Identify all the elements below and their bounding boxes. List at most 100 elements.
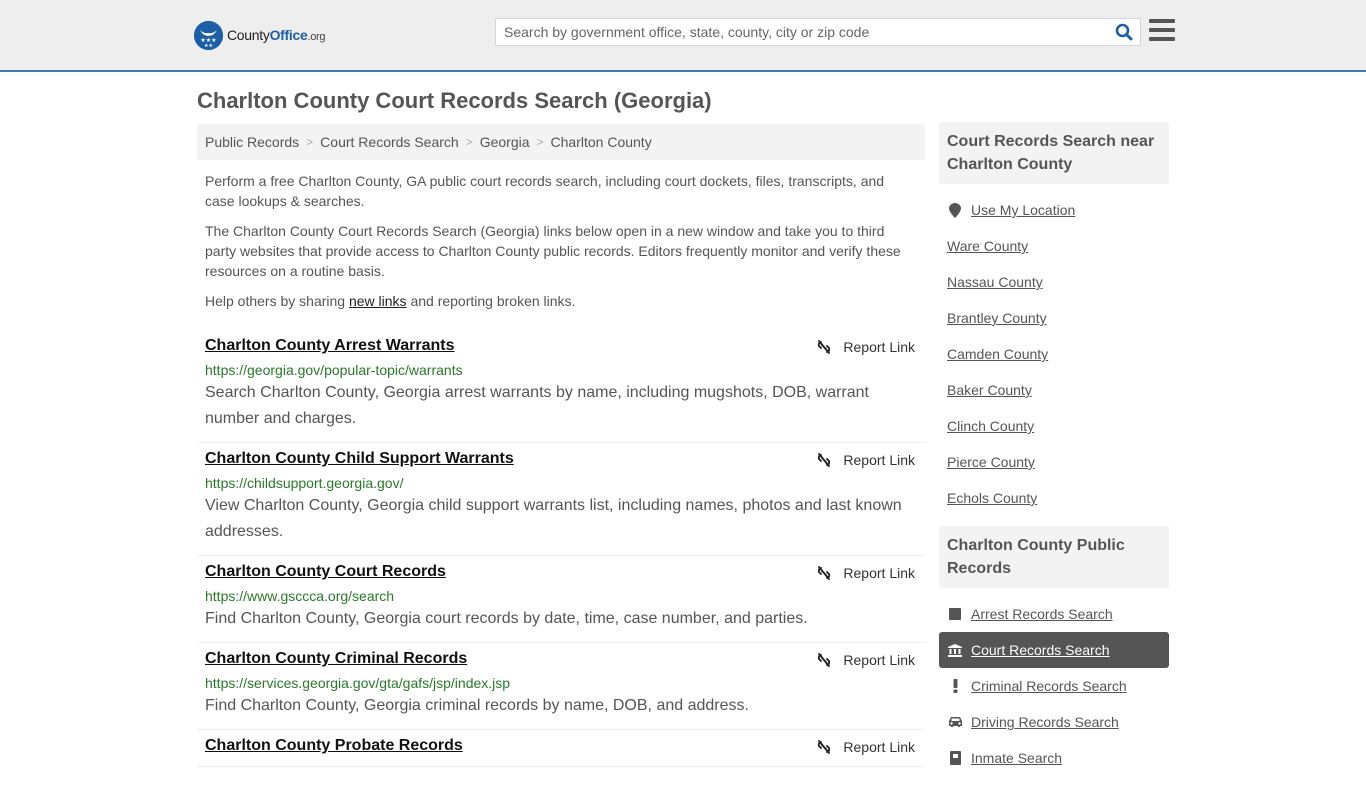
- record-url[interactable]: https://www.gsccca.org/search: [205, 586, 917, 606]
- sidebar-item-ware-county[interactable]: Ware County: [939, 228, 1169, 264]
- county-link[interactable]: Camden County: [947, 346, 1048, 362]
- sidebar: Court Records Search near Charlton Count…: [939, 122, 1169, 786]
- eagle-stars-logo-icon: ★★★ ★★: [194, 20, 223, 50]
- county-link[interactable]: Baker County: [947, 382, 1032, 398]
- sidebar-item-inmate-search[interactable]: Inmate Search: [939, 740, 1169, 776]
- county-link[interactable]: Brantley County: [947, 310, 1047, 326]
- report-link-button[interactable]: Report Link: [816, 452, 915, 468]
- square-icon: [947, 608, 963, 620]
- sidebar-item-brantley-county[interactable]: Brantley County: [939, 300, 1169, 336]
- report-link-button[interactable]: Report Link: [816, 565, 915, 581]
- report-link-label: Report Link: [843, 565, 915, 581]
- public-record-link[interactable]: Court Records Search: [971, 642, 1110, 658]
- broken-link-icon: [818, 740, 831, 754]
- exclamation-icon: [947, 679, 963, 693]
- record-title-link[interactable]: Charlton County Child Support Warrants: [205, 449, 514, 469]
- broken-link-icon: [818, 453, 831, 467]
- county-link[interactable]: Clinch County: [947, 418, 1034, 434]
- search-button[interactable]: [1108, 19, 1140, 45]
- county-link[interactable]: Echols County: [947, 490, 1037, 506]
- county-link[interactable]: Ware County: [947, 238, 1028, 254]
- record-title-link[interactable]: Charlton County Court Records: [205, 562, 446, 582]
- use-my-location-link[interactable]: Use My Location: [971, 202, 1075, 218]
- search-bar: [495, 18, 1141, 46]
- sidebar-item-pierce-county[interactable]: Pierce County: [939, 444, 1169, 480]
- use-my-location-item[interactable]: Use My Location: [939, 192, 1169, 228]
- sidebar-item-driving-records[interactable]: Driving Records Search: [939, 704, 1169, 740]
- record-title-link[interactable]: Charlton County Probate Records: [205, 736, 463, 756]
- record-url[interactable]: https://childsupport.georgia.gov/: [205, 473, 917, 493]
- record-description: Find Charlton County, Georgia court reco…: [205, 610, 808, 627]
- public-record-link[interactable]: Inmate Search: [971, 750, 1062, 766]
- search-input[interactable]: [496, 19, 1108, 45]
- breadcrumb-separator: >: [306, 135, 314, 149]
- record-item: Charlton County Child Support Warrants R…: [197, 443, 925, 556]
- sidebar-item-nassau-county[interactable]: Nassau County: [939, 264, 1169, 300]
- new-links-link[interactable]: new links: [349, 293, 407, 309]
- record-item: Charlton County Arrest Warrants Report L…: [197, 330, 925, 443]
- record-title-link[interactable]: Charlton County Arrest Warrants: [205, 336, 455, 356]
- record-url[interactable]: https://services.georgia.gov/gta/gafs/js…: [205, 673, 917, 693]
- county-link[interactable]: Nassau County: [947, 274, 1043, 290]
- nearby-heading: Court Records Search near Charlton Count…: [939, 122, 1169, 184]
- hamburger-menu-button[interactable]: [1149, 19, 1175, 41]
- breadcrumb: Public Records > Court Records Search > …: [197, 124, 925, 160]
- record-url[interactable]: https://georgia.gov/popular-topic/warran…: [205, 360, 917, 380]
- share-text-end: and reporting broken links.: [406, 293, 576, 309]
- menu-bar: [1149, 28, 1175, 32]
- public-records-list: Arrest Records Search Court Records Sear…: [939, 588, 1169, 786]
- record-description: Find Charlton County, Georgia criminal r…: [205, 697, 749, 714]
- report-link-label: Report Link: [843, 739, 915, 755]
- breadcrumb-separator: >: [536, 135, 544, 149]
- id-card-icon: [947, 751, 963, 765]
- record-item: Charlton County Criminal Records Report …: [197, 643, 925, 730]
- sidebar-item-arrest-records[interactable]: Arrest Records Search: [939, 596, 1169, 632]
- breadcrumb-court-records-search[interactable]: Court Records Search: [320, 134, 459, 150]
- records-list: Charlton County Arrest Warrants Report L…: [197, 330, 925, 767]
- intro-paragraph: Perform a free Charlton County, GA publi…: [205, 173, 885, 209]
- record-item: Charlton County Court Records Report Lin…: [197, 556, 925, 643]
- menu-bar: [1149, 19, 1175, 23]
- share-links-paragraph: Help others by sharing new links and rep…: [205, 291, 917, 311]
- page-title: Charlton County Court Records Search (Ge…: [197, 88, 712, 113]
- broken-link-icon: [818, 340, 831, 354]
- record-description: View Charlton County, Georgia child supp…: [205, 497, 902, 540]
- breadcrumb-public-records[interactable]: Public Records: [205, 134, 299, 150]
- breadcrumb-separator: >: [465, 135, 473, 149]
- map-pin-icon: [947, 202, 963, 218]
- svg-text:★★: ★★: [204, 43, 213, 49]
- broken-link-icon: [818, 653, 831, 667]
- record-description: Search Charlton County, Georgia arrest w…: [205, 384, 869, 427]
- report-link-button[interactable]: Report Link: [816, 739, 915, 755]
- intro-paragraph: The Charlton County Court Records Search…: [205, 223, 901, 279]
- report-link-button[interactable]: Report Link: [816, 652, 915, 668]
- sidebar-item-camden-county[interactable]: Camden County: [939, 336, 1169, 372]
- logo-text: CountyOffice.org: [227, 27, 326, 43]
- report-link-label: Report Link: [843, 452, 915, 468]
- public-records-heading: Charlton County Public Records: [939, 526, 1169, 588]
- sidebar-item-criminal-records[interactable]: Criminal Records Search: [939, 668, 1169, 704]
- menu-bar: [1149, 37, 1175, 41]
- sidebar-item-baker-county[interactable]: Baker County: [939, 372, 1169, 408]
- report-link-button[interactable]: Report Link: [816, 339, 915, 355]
- county-link[interactable]: Pierce County: [947, 454, 1035, 470]
- search-icon: [1115, 23, 1133, 41]
- public-record-link[interactable]: Arrest Records Search: [971, 606, 1113, 622]
- record-title-link[interactable]: Charlton County Criminal Records: [205, 649, 467, 669]
- breadcrumb-charlton-county: Charlton County: [550, 134, 652, 150]
- car-icon: [947, 716, 963, 728]
- report-link-label: Report Link: [843, 652, 915, 668]
- site-header: ★★★ ★★ CountyOffice.org: [0, 0, 1366, 72]
- nearby-counties-list: Use My Location Ware County Nassau Count…: [939, 184, 1169, 526]
- record-item: Charlton County Probate Records Report L…: [197, 730, 925, 767]
- intro-text: Perform a free Charlton County, GA publi…: [197, 171, 925, 311]
- breadcrumb-georgia[interactable]: Georgia: [480, 134, 530, 150]
- site-logo[interactable]: ★★★ ★★ CountyOffice.org: [194, 20, 326, 50]
- public-record-link[interactable]: Criminal Records Search: [971, 678, 1127, 694]
- sidebar-item-court-records[interactable]: Court Records Search: [939, 632, 1169, 668]
- main-content: Public Records > Court Records Search > …: [197, 124, 925, 767]
- sidebar-item-clinch-county[interactable]: Clinch County: [939, 408, 1169, 444]
- public-record-link[interactable]: Driving Records Search: [971, 714, 1119, 730]
- courthouse-icon: [947, 643, 963, 657]
- sidebar-item-echols-county[interactable]: Echols County: [939, 480, 1169, 516]
